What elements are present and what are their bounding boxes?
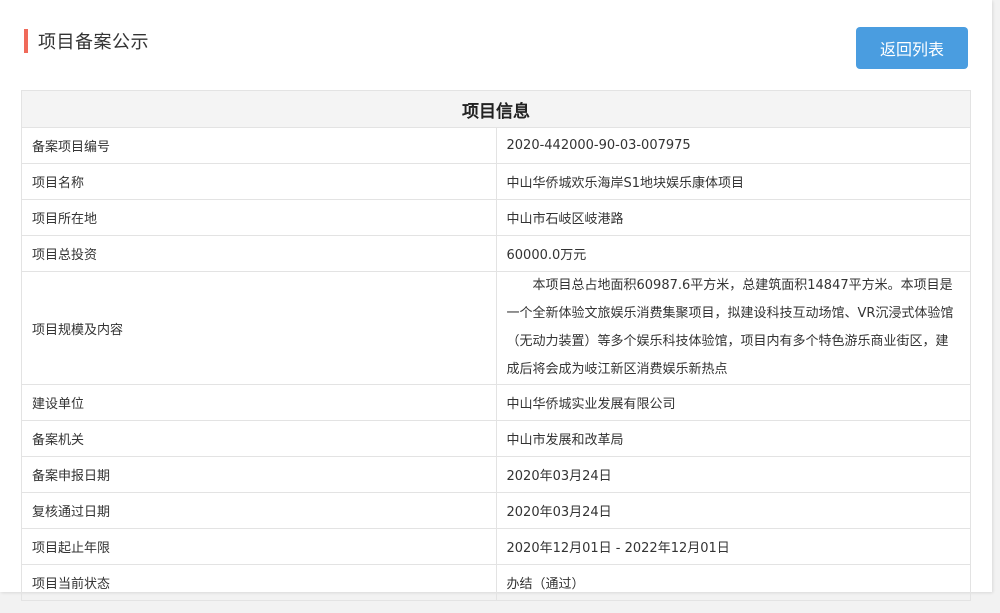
table-row: 备案项目编号 2020-442000-90-03-007975 (21, 127, 971, 164)
row-label-authority: 备案机关 (21, 420, 497, 457)
page-header: 项目备案公示 (24, 29, 149, 53)
table-row: 项目所在地 中山市石岐区岐港路 (21, 199, 971, 236)
row-label-project-name: 项目名称 (21, 163, 497, 200)
table-row: 项目规模及内容 本项目总占地面积60987.6平方米，总建筑面积14847平方米… (21, 271, 971, 385)
table-row: 项目起止年限 2020年12月01日 - 2022年12月01日 (21, 528, 971, 565)
table-row: 项目总投资 60000.0万元 (21, 235, 971, 272)
table-row: 项目当前状态 办结（通过） (21, 564, 971, 601)
back-to-list-button[interactable]: 返回列表 (856, 27, 968, 69)
row-label-status: 项目当前状态 (21, 564, 497, 601)
row-label-scope: 项目规模及内容 (21, 271, 497, 385)
row-value-authority: 中山市发展和改革局 (495, 420, 971, 457)
row-value-status: 办结（通过） (495, 564, 971, 601)
row-label-review-date: 复核通过日期 (21, 492, 497, 529)
row-value-record-number: 2020-442000-90-03-007975 (495, 127, 971, 164)
table-row: 复核通过日期 2020年03月24日 (21, 492, 971, 529)
row-value-period: 2020年12月01日 - 2022年12月01日 (495, 528, 971, 565)
row-value-builder: 中山华侨城实业发展有限公司 (495, 384, 971, 421)
table-row: 备案申报日期 2020年03月24日 (21, 456, 971, 493)
row-label-submit-date: 备案申报日期 (21, 456, 497, 493)
page-title: 项目备案公示 (38, 32, 149, 53)
table-row: 备案机关 中山市发展和改革局 (21, 420, 971, 457)
project-info-table: 项目信息 备案项目编号 2020-442000-90-03-007975 项目名… (21, 90, 971, 601)
row-value-submit-date: 2020年03月24日 (495, 456, 971, 493)
main-panel: 项目备案公示 返回列表 项目信息 备案项目编号 2020-442000-90-0… (0, 0, 992, 601)
row-label-record-number: 备案项目编号 (21, 127, 497, 164)
row-value-location: 中山市石岐区岐港路 (495, 199, 971, 236)
row-value-project-name: 中山华侨城欢乐海岸S1地块娱乐康体项目 (495, 163, 971, 200)
table-row: 项目名称 中山华侨城欢乐海岸S1地块娱乐康体项目 (21, 163, 971, 200)
title-accent-bar (24, 29, 28, 53)
row-label-builder: 建设单位 (21, 384, 497, 421)
row-label-location: 项目所在地 (21, 199, 497, 236)
row-value-total-investment: 60000.0万元 (495, 235, 971, 272)
row-label-total-investment: 项目总投资 (21, 235, 497, 272)
table-row: 建设单位 中山华侨城实业发展有限公司 (21, 384, 971, 421)
row-label-period: 项目起止年限 (21, 528, 497, 565)
row-value-review-date: 2020年03月24日 (495, 492, 971, 529)
row-value-scope: 本项目总占地面积60987.6平方米，总建筑面积14847平方米。本项目是一个全… (495, 271, 971, 385)
table-caption: 项目信息 (21, 90, 971, 128)
